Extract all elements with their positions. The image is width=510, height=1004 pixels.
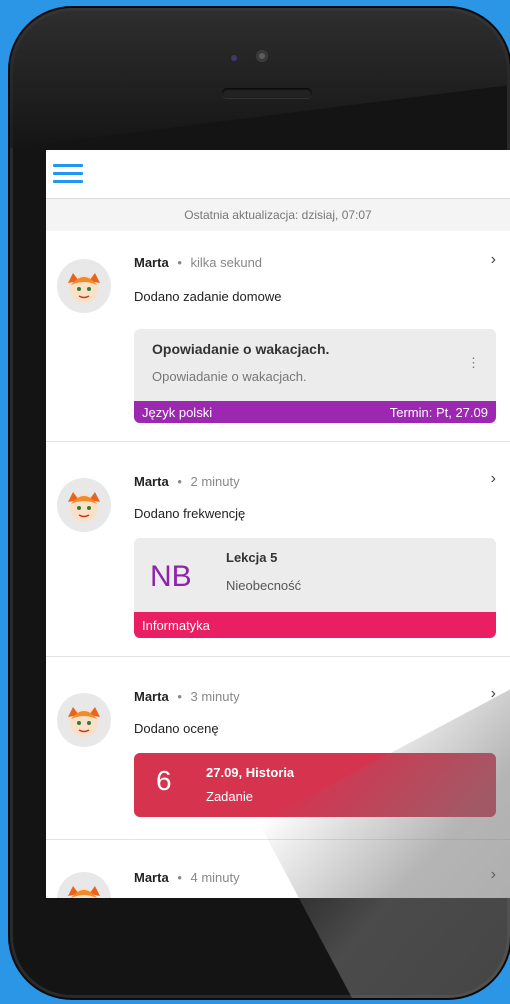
item-action: Dodano frekwencję — [134, 506, 246, 521]
chevron-right-icon[interactable]: › — [491, 251, 496, 269]
girl-avatar-icon — [57, 872, 111, 898]
last-update-banner: Ostatnia aktualizacja: dzisiaj, 07:07 — [46, 199, 510, 231]
homework-title: Opowiadanie o wakacjach. — [152, 341, 330, 357]
meta-separator: • — [177, 255, 182, 270]
item-time: 2 minuty — [190, 474, 240, 489]
feed-item-partial[interactable]: Marta • 4 minuty › — [46, 840, 510, 898]
grade-card[interactable]: 6 27.09, Historia Zadanie — [134, 753, 496, 817]
grade-title: 27.09, Historia — [206, 765, 295, 780]
author-name: Marta — [134, 255, 169, 270]
top-app-bar — [46, 150, 510, 199]
subject-label: Język polski — [142, 404, 213, 420]
attendance-status: Nieobecność — [226, 578, 302, 593]
attendance-card[interactable]: NB Lekcja 5 Nieobecność Informatyka — [134, 538, 496, 638]
item-time: kilka sekund — [190, 255, 263, 270]
feed-item-homework[interactable]: Marta • kilka sekund › Dodano zadanie do… — [46, 231, 510, 442]
author-name: Marta — [134, 474, 169, 489]
chevron-right-icon[interactable]: › — [491, 866, 496, 884]
item-action: Dodano ocenę — [134, 721, 219, 736]
chevron-right-icon[interactable]: › — [491, 470, 496, 488]
girl-avatar-icon — [57, 693, 111, 747]
grade-value: 6 — [156, 765, 172, 796]
item-meta: Marta • 3 minuty — [134, 689, 240, 704]
item-time: 4 minuty — [190, 870, 240, 885]
proximity-sensor — [231, 55, 237, 61]
hamburger-menu-icon[interactable] — [53, 164, 83, 184]
girl-avatar-icon — [57, 478, 111, 532]
last-update-text: Ostatnia aktualizacja: dzisiaj, 07:07 — [184, 208, 372, 222]
author-name: Marta — [134, 689, 169, 704]
phone-frame: Ostatnia aktualizacja: dzisiaj, 07:07 Ma… — [10, 8, 510, 998]
deadline-label: Termin: Pt, 27.09 — [389, 404, 488, 420]
item-time: 3 minuty — [190, 689, 240, 704]
item-meta: Marta • 2 minuty — [134, 474, 240, 489]
feed-item-attendance[interactable]: Marta • 2 minuty › Dodano frekwencję NB … — [46, 442, 510, 657]
feed-item-grade[interactable]: Marta • 3 minuty › Dodano ocenę 6 27.09,… — [46, 657, 510, 840]
app-screen: Ostatnia aktualizacja: dzisiaj, 07:07 Ma… — [46, 150, 510, 898]
homework-card[interactable]: Opowiadanie o wakacjach. Opowiadanie o w… — [134, 329, 496, 423]
meta-separator: • — [177, 689, 182, 704]
item-meta: Marta • kilka sekund — [134, 255, 262, 270]
more-vertical-icon[interactable]: ⋮ — [467, 355, 480, 371]
meta-separator: • — [177, 870, 182, 885]
meta-separator: • — [177, 474, 182, 489]
girl-avatar-icon — [57, 259, 111, 313]
attendance-code: NB — [150, 560, 192, 593]
phone-reflection — [10, 8, 510, 148]
homework-description: Opowiadanie o wakacjach. — [152, 369, 307, 384]
item-meta: Marta • 4 minuty — [134, 870, 240, 885]
item-action: Dodano zadanie domowe — [134, 289, 282, 304]
subject-strip: Język polski Termin: Pt, 27.09 — [134, 401, 496, 423]
author-name: Marta — [134, 870, 169, 885]
subject-label: Informatyka — [142, 617, 210, 633]
subject-strip: Informatyka — [134, 612, 496, 638]
lesson-number: Lekcja 5 — [226, 550, 278, 565]
chevron-right-icon[interactable]: › — [491, 685, 496, 703]
earpiece-speaker — [222, 88, 312, 98]
grade-category: Zadanie — [206, 789, 253, 804]
front-camera-icon — [256, 50, 268, 62]
